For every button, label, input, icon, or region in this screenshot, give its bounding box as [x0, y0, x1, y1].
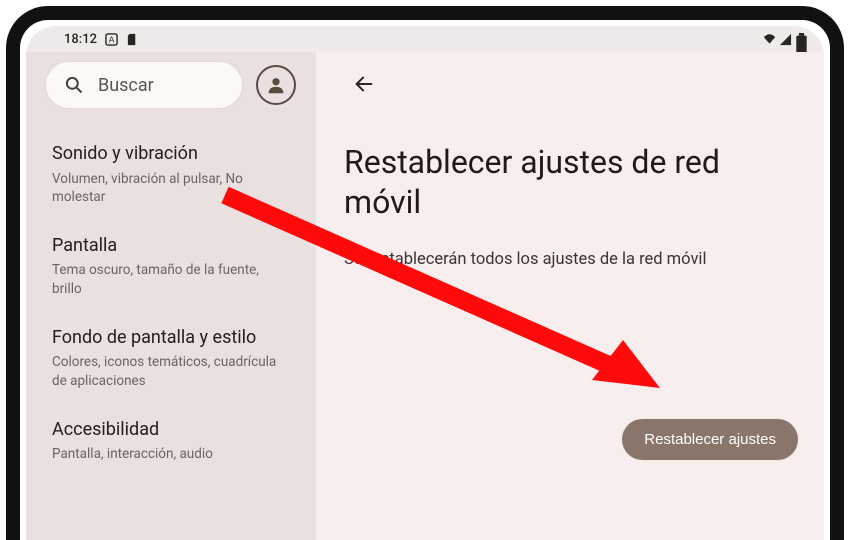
- sidebar-item-wallpaper[interactable]: Fondo de pantalla y estilo Colores, icon…: [46, 312, 296, 404]
- sd-card-icon: [126, 33, 139, 46]
- sidebar-item-title: Accesibilidad: [52, 419, 290, 442]
- sidebar-item-subtitle: Volumen, vibración al pulsar, No molesta…: [52, 170, 290, 206]
- account-avatar[interactable]: [256, 65, 296, 105]
- back-button[interactable]: [344, 64, 384, 104]
- search-icon: [64, 75, 84, 95]
- wifi-icon: [763, 33, 776, 46]
- sidebar-item-title: Fondo de pantalla y estilo: [52, 327, 290, 350]
- sidebar-item-display[interactable]: Pantalla Tema oscuro, tamaño de la fuent…: [46, 220, 296, 312]
- tablet-frame: 18:12 A: [6, 6, 844, 540]
- svg-text:A: A: [109, 34, 115, 44]
- main-panel: Restablecer ajustes de red móvil Se rest…: [316, 52, 824, 540]
- sidebar-item-subtitle: Tema oscuro, tamaño de la fuente, brillo: [52, 261, 290, 297]
- search-input[interactable]: Buscar: [46, 62, 242, 108]
- page-title: Restablecer ajustes de red móvil: [344, 142, 774, 222]
- sidebar-item-subtitle: Colores, iconos temáticos, cuadrícula de…: [52, 353, 290, 389]
- settings-sidebar: Buscar Sonido y vibración Volumen, vibra…: [26, 52, 316, 540]
- page-description: Se restablecerán todos los ajustes de la…: [344, 250, 796, 269]
- settings-nav: Sonido y vibración Volumen, vibración al…: [46, 128, 296, 478]
- sidebar-item-sound[interactable]: Sonido y vibración Volumen, vibración al…: [46, 128, 296, 220]
- reset-settings-button[interactable]: Restablecer ajustes: [622, 419, 798, 460]
- status-bar: 18:12 A: [26, 26, 824, 52]
- screen: 18:12 A: [26, 26, 824, 540]
- sidebar-item-title: Pantalla: [52, 235, 290, 258]
- sidebar-item-subtitle: Pantalla, interacción, audio: [52, 445, 290, 463]
- back-arrow-icon: [353, 73, 375, 95]
- sidebar-item-accessibility[interactable]: Accesibilidad Pantalla, interacción, aud…: [46, 404, 296, 478]
- content-area: Buscar Sonido y vibración Volumen, vibra…: [26, 52, 824, 540]
- search-placeholder: Buscar: [98, 75, 154, 96]
- battery-icon: [795, 33, 808, 46]
- status-time: 18:12: [64, 32, 97, 47]
- cell-signal-icon: [779, 33, 792, 46]
- sidebar-item-title: Sonido y vibración: [52, 143, 290, 166]
- app-indicator-icon: A: [105, 33, 118, 46]
